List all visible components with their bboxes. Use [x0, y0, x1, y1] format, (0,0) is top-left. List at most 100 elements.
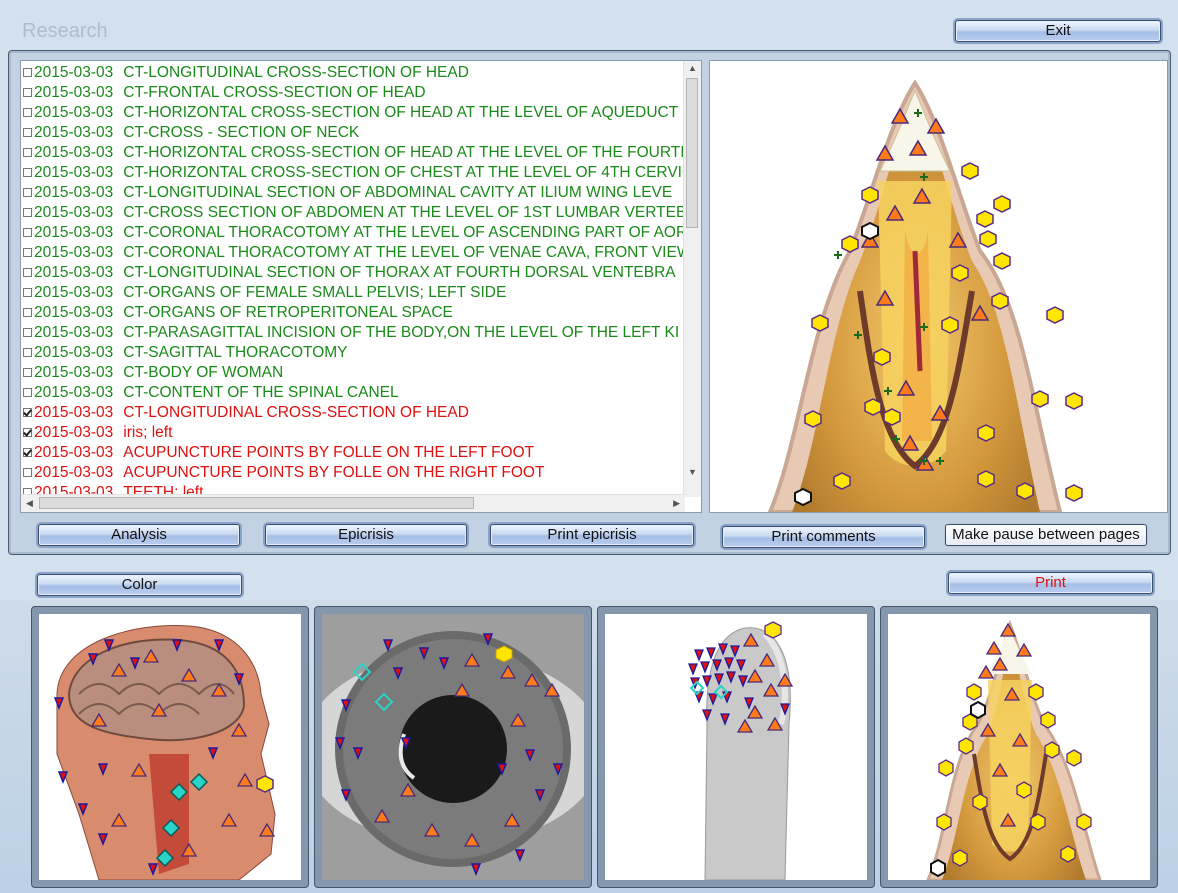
research-checkbox[interactable] [23, 168, 32, 177]
research-title: CT-LONGITUDINAL SECTION OF ABDOMINAL CAV… [123, 184, 673, 201]
research-checkbox[interactable] [23, 148, 32, 157]
research-checkbox[interactable] [23, 308, 32, 317]
research-list-item[interactable]: 2015-03-03 ACUPUNCTURE POINTS BY FOLLE ON… [21, 443, 685, 463]
research-title: ACUPUNCTURE POINTS BY FOLLE ON THE LEFT … [123, 444, 535, 461]
research-title: iris; left [123, 424, 173, 441]
research-title: CT-SAGITTAL THORACOTOMY [123, 344, 348, 361]
research-list-item[interactable]: 2015-03-03 CT-ORGANS OF FEMALE SMALL PELV… [21, 283, 685, 303]
research-checkbox[interactable] [23, 468, 32, 477]
analysis-button[interactable]: Analysis [38, 524, 240, 546]
research-date: 2015-03-03 [34, 384, 114, 401]
exit-button[interactable]: Exit [955, 20, 1161, 42]
research-title: CT-CONTENT OF THE SPINAL CANEL [123, 384, 399, 401]
research-checkbox[interactable] [23, 428, 32, 437]
research-list-item[interactable]: 2015-03-03 CT-HORIZONTAL CROSS-SECTION OF… [21, 163, 685, 183]
research-title: CT-HORIZONTAL CROSS-SECTION OF HEAD AT T… [123, 144, 685, 161]
research-title: CT-ORGANS OF RETROPERITONEAL SPACE [123, 304, 453, 321]
research-checkbox[interactable] [23, 268, 32, 277]
research-list-item[interactable]: 2015-03-03 CT-CORONAL THORACOTOMY AT THE … [21, 223, 685, 243]
research-checkbox[interactable] [23, 88, 32, 97]
research-list-item[interactable]: 2015-03-03 CT-LONGITUDINAL SECTION OF ABD… [21, 183, 685, 203]
research-checkbox[interactable] [23, 448, 32, 457]
research-checkbox[interactable] [23, 108, 32, 117]
thumbnail-tooth[interactable] [880, 606, 1158, 888]
research-checkbox[interactable] [23, 208, 32, 217]
research-title: CT-LONGITUDINAL SECTION OF THORAX AT FOU… [123, 264, 676, 281]
research-list-item[interactable]: 2015-03-03 CT-PARASAGITTAL INCISION OF TH… [21, 323, 685, 343]
research-title: CT-HORIZONTAL CROSS-SECTION OF CHEST AT … [123, 164, 685, 181]
research-date: 2015-03-03 [34, 244, 114, 261]
foot-image [605, 614, 867, 880]
thumbnail-head-section[interactable] [31, 606, 309, 888]
research-list-item[interactable]: 2015-03-03 CT-LONGITUDINAL CROSS-SECTION … [21, 403, 685, 423]
research-date: 2015-03-03 [34, 404, 114, 421]
research-list-item[interactable]: 2015-03-03 CT-FRONTAL CROSS-SECTION OF HE… [21, 83, 685, 103]
scroll-left-icon[interactable]: ◀ [26, 498, 33, 509]
research-date: 2015-03-03 [34, 264, 114, 281]
research-checkbox[interactable] [23, 128, 32, 137]
epicrisis-button[interactable]: Epicrisis [265, 524, 467, 546]
research-title: CT-CORONAL THORACOTOMY AT THE LEVEL OF A… [123, 224, 685, 241]
research-checkbox[interactable] [23, 188, 32, 197]
research-date: 2015-03-03 [34, 184, 114, 201]
research-checkbox[interactable] [23, 388, 32, 397]
research-checkbox[interactable] [23, 328, 32, 337]
research-list-item[interactable]: 2015-03-03 CT-SAGITTAL THORACOTOMY [21, 343, 685, 363]
thumbnail-foot[interactable] [597, 606, 875, 888]
research-date: 2015-03-03 [34, 64, 114, 81]
research-checkbox[interactable] [23, 68, 32, 77]
research-checkbox[interactable] [23, 368, 32, 377]
research-list-item[interactable]: 2015-03-03 CT-HORIZONTAL CROSS-SECTION OF… [21, 143, 685, 163]
research-date: 2015-03-03 [34, 424, 114, 441]
vertical-scrollbar[interactable]: ▲ ▼ [683, 61, 701, 497]
vertical-scroll-thumb[interactable] [686, 78, 698, 228]
research-list-item[interactable]: 2015-03-03 CT-ORGANS OF RETROPERITONEAL S… [21, 303, 685, 323]
research-date: 2015-03-03 [34, 304, 114, 321]
research-list-item[interactable]: 2015-03-03 CT-CONTENT OF THE SPINAL CANEL [21, 383, 685, 403]
research-date: 2015-03-03 [34, 444, 114, 461]
print-button[interactable]: Print [948, 572, 1153, 594]
research-date: 2015-03-03 [34, 204, 114, 221]
research-checkbox[interactable] [23, 408, 32, 417]
research-date: 2015-03-03 [34, 284, 114, 301]
window-title: Research [22, 20, 108, 42]
research-date: 2015-03-03 [34, 84, 114, 101]
pause-between-pages-button[interactable]: Make pause between pages [945, 524, 1147, 546]
research-title: CT-LONGITUDINAL CROSS-SECTION OF HEAD [123, 64, 469, 81]
research-title: CT-HORIZONTAL CROSS-SECTION OF HEAD AT T… [123, 104, 679, 121]
scroll-down-icon[interactable]: ▼ [688, 467, 697, 477]
research-checkbox[interactable] [23, 288, 32, 297]
research-title: CT-FRONTAL CROSS-SECTION OF HEAD [123, 84, 426, 101]
research-list-item[interactable]: 2015-03-03 CT-CORONAL THORACOTOMY AT THE … [21, 243, 685, 263]
research-title: CT-CROSS SECTION OF ABDOMEN AT THE LEVEL… [123, 204, 685, 221]
research-list-item[interactable]: 2015-03-03 iris; left [21, 423, 685, 443]
research-list-item[interactable]: 2015-03-03 CT-LONGITUDINAL SECTION OF THO… [21, 263, 685, 283]
color-button[interactable]: Color [37, 574, 242, 596]
research-title: CT-CORONAL THORACOTOMY AT THE LEVEL OF V… [123, 244, 685, 261]
thumbnail-iris[interactable] [314, 606, 592, 888]
research-date: 2015-03-03 [34, 224, 114, 241]
head-section-image [39, 614, 301, 880]
research-checkbox[interactable] [23, 228, 32, 237]
research-checkbox[interactable] [23, 248, 32, 257]
research-date: 2015-03-03 [34, 324, 114, 341]
research-checkbox[interactable] [23, 348, 32, 357]
scroll-right-icon[interactable]: ▶ [673, 498, 680, 509]
research-date: 2015-03-03 [34, 464, 114, 481]
research-list-item[interactable]: 2015-03-03 CT-LONGITUDINAL CROSS-SECTION … [21, 63, 685, 83]
research-list-item[interactable]: 2015-03-03 CT-BODY OF WOMAN [21, 363, 685, 383]
tooth-preview-image [709, 60, 1168, 513]
scroll-up-icon[interactable]: ▲ [688, 63, 697, 73]
horizontal-scrollbar[interactable]: ◀ ▶ [21, 494, 685, 512]
research-list-item[interactable]: 2015-03-03 CT-CROSS - SECTION OF NECK [21, 123, 685, 143]
research-date: 2015-03-03 [34, 104, 114, 121]
research-date: 2015-03-03 [34, 144, 114, 161]
research-list-item[interactable]: 2015-03-03 ACUPUNCTURE POINTS BY FOLLE ON… [21, 463, 685, 483]
print-epicrisis-button[interactable]: Print epicrisis [490, 524, 694, 546]
research-list-item[interactable]: 2015-03-03 CT-HORIZONTAL CROSS-SECTION OF… [21, 103, 685, 123]
horizontal-scroll-thumb[interactable] [39, 497, 474, 509]
research-list-item[interactable]: 2015-03-03 CT-CROSS SECTION OF ABDOMEN AT… [21, 203, 685, 223]
research-date: 2015-03-03 [34, 364, 114, 381]
research-list[interactable]: 2015-03-03 CT-LONGITUDINAL CROSS-SECTION … [20, 60, 702, 513]
print-comments-button[interactable]: Print comments [722, 526, 925, 548]
